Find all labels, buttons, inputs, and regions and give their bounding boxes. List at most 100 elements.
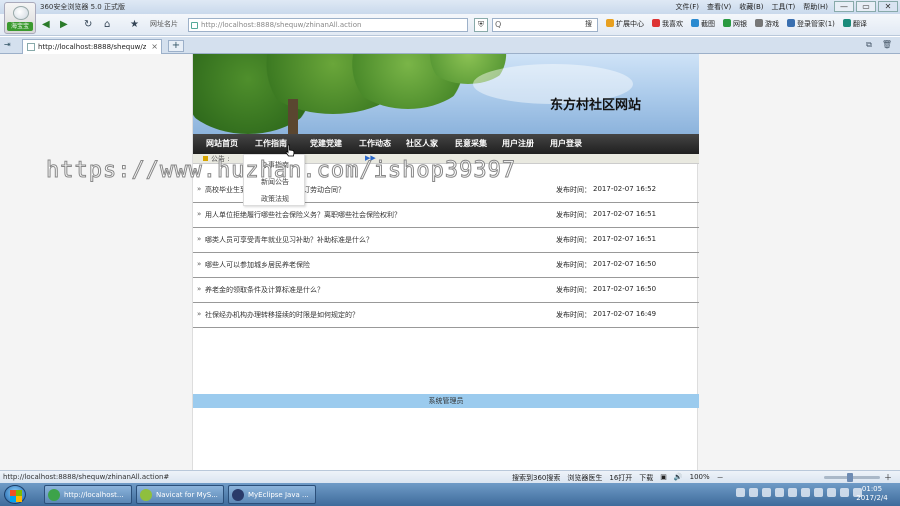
bullet-icon: »: [197, 235, 202, 243]
trash-icon[interactable]: 🗑: [882, 40, 892, 50]
maximize-button[interactable]: ▭: [856, 1, 876, 12]
toolbar-tool-label: 翻译: [852, 20, 867, 28]
article-row[interactable]: » 用人单位拒绝履行哪些社会保险义务？离职哪些社会保险权利？ 发布时间： 2017-0…: [193, 203, 699, 228]
navicat-app-icon: [140, 489, 152, 501]
nav-community-families[interactable]: 社区人家: [406, 138, 438, 149]
article-title[interactable]: 哪些人可以参加城乡居民养老保险: [205, 260, 310, 270]
article-row[interactable]: » 哪些人可以参加城乡居民养老保险 发布时间： 2017-02-07 16:50: [193, 253, 699, 278]
zoom-out-button[interactable]: －: [717, 473, 724, 483]
zoom-in-button[interactable]: ＋: [884, 472, 892, 483]
status-search-360[interactable]: 搜索到360搜索: [512, 473, 560, 483]
search-icon: Q: [495, 20, 502, 29]
article-title[interactable]: 用人单位拒绝履行哪些社会保险义务？离职哪些社会保险权利？: [205, 210, 401, 220]
toolbar-tool-icon: [652, 19, 660, 27]
address-bar[interactable]: http://localhost:8888/shequw/zhinanAll.a…: [188, 18, 468, 32]
site-banner: 东方村社区网站: [193, 54, 699, 134]
article-date: 2017-02-07 16:49: [593, 310, 657, 318]
nav-party-building[interactable]: 党建党建: [310, 138, 342, 149]
menu-tools[interactable]: 工具(T): [772, 2, 796, 12]
date-label: 发布时间：: [556, 311, 591, 319]
site-title: 东方村社区网站: [549, 98, 641, 113]
minimize-button[interactable]: —: [834, 1, 854, 12]
back-button[interactable]: ◀: [42, 18, 50, 32]
tab-close-icon[interactable]: ×: [151, 42, 158, 51]
taskbar-clock[interactable]: 01:05 2017/2/4: [848, 485, 896, 503]
status-screen-icon[interactable]: ▣: [660, 473, 667, 483]
status-bar: http://localhost:8888/shequw/zhinanAll.a…: [0, 470, 900, 483]
tray-icon[interactable]: [762, 488, 771, 497]
menu-file[interactable]: 文件(F): [675, 2, 699, 12]
tray-icon[interactable]: [788, 488, 797, 497]
toolbar-tool-item[interactable]: 扩展中心: [606, 19, 644, 29]
home-button[interactable]: ⌂: [104, 18, 110, 32]
nav-opinion-collection[interactable]: 民意采集: [455, 138, 487, 149]
tab-list-icon[interactable]: ⇥: [4, 40, 11, 49]
tray-icon[interactable]: [827, 488, 836, 497]
toolbar-tool-item[interactable]: 游戏: [755, 19, 779, 29]
zoom-slider-handle[interactable]: [846, 473, 853, 482]
status-browser-doctor[interactable]: 浏览器医生: [567, 473, 602, 483]
favorite-button[interactable]: ★: [130, 18, 139, 32]
nav-login[interactable]: 用户登录: [550, 138, 582, 149]
article-date: 2017-02-07 16:50: [593, 285, 657, 293]
nav-home[interactable]: 网站首页: [206, 138, 238, 149]
status-open-count[interactable]: 16打开: [609, 473, 632, 483]
browser-logo-icon[interactable]: 海宝宝: [4, 2, 36, 34]
toolbar-tool-item[interactable]: 我喜欢: [652, 19, 683, 29]
windows-taskbar: http://localhost... Navicat for MyS... M…: [0, 483, 900, 506]
zoom-slider[interactable]: [824, 473, 880, 482]
taskbar-item-myeclipse[interactable]: MyEclipse Java ...: [228, 485, 316, 504]
clock-date: 2017/2/4: [856, 494, 888, 502]
article-title[interactable]: 社保经办机构办理转移接续的时限是如何规定的？: [205, 310, 359, 320]
address-label: 网址名片: [150, 20, 178, 28]
article-title[interactable]: 哪类人员可享受青年就业见习补助？补助标准是什么？: [205, 235, 373, 245]
tray-icon[interactable]: [775, 488, 784, 497]
menu-favorites[interactable]: 收藏(B): [739, 2, 763, 12]
article-row[interactable]: » 社保经办机构办理转移接续的时限是如何规定的？ 发布时间： 2017-02-07 1…: [193, 303, 699, 328]
nav-register[interactable]: 用户注册: [502, 138, 534, 149]
close-button[interactable]: ✕: [878, 1, 898, 12]
menu-view[interactable]: 查看(V): [707, 2, 731, 12]
article-date: 2017-02-07 16:52: [593, 185, 657, 193]
toolbar-tool-label: 我喜欢: [662, 20, 683, 28]
toolbar-tool-item[interactable]: 翻译: [842, 19, 867, 29]
new-tab-button[interactable]: +: [168, 40, 184, 52]
status-downloads[interactable]: 下载: [639, 473, 653, 483]
tab-bar-tools: ⧉ 🗑: [866, 40, 892, 50]
article-title[interactable]: 养老金的领取条件及计算标准是什么？: [205, 285, 324, 295]
article-date: 2017-02-07 16:50: [593, 260, 657, 268]
restore-tabs-icon[interactable]: ⧉: [866, 40, 872, 50]
tray-icon[interactable]: [801, 488, 810, 497]
search-button[interactable]: 搜: [585, 19, 592, 29]
shield-icon[interactable]: ⛨: [474, 18, 488, 32]
article-row[interactable]: » 养老金的领取条件及计算标准是什么？ 发布时间： 2017-02-07 16:50: [193, 278, 699, 303]
start-button[interactable]: [4, 485, 26, 504]
date-label: 发布时间：: [556, 236, 591, 244]
status-volume-icon[interactable]: 🔊: [674, 473, 683, 483]
tray-icon[interactable]: [814, 488, 823, 497]
toolbar-tool-label: 网银: [733, 20, 747, 28]
article-row[interactable]: » 哪类人员可享受青年就业见习补助？补助标准是什么？ 发布时间： 2017-02-07…: [193, 228, 699, 253]
status-zoom-level[interactable]: 100%: [690, 473, 710, 483]
forward-button[interactable]: ▶: [60, 18, 68, 32]
taskbar-item-navicat[interactable]: Navicat for MyS...: [136, 485, 224, 504]
browser-app-icon: [48, 489, 60, 501]
browser-logo-badge: 海宝宝: [7, 22, 33, 31]
article-date: 2017-02-07 16:51: [593, 235, 657, 243]
taskbar-item-browser[interactable]: http://localhost...: [44, 485, 132, 504]
toolbar-tool-item[interactable]: 网银: [723, 19, 747, 29]
dropdown-item-policies[interactable]: 政策法规: [244, 194, 306, 204]
search-input[interactable]: Q: [492, 18, 598, 32]
bullet-icon: »: [197, 185, 202, 193]
tray-icon[interactable]: [736, 488, 745, 497]
tray-icon[interactable]: [749, 488, 758, 497]
nav-work-news[interactable]: 工作动态: [359, 138, 391, 149]
status-tools: 搜索到360搜索 浏览器医生 16打开 下载 ▣ 🔊 100% －: [512, 473, 724, 483]
refresh-button[interactable]: ↻: [84, 18, 92, 32]
toolbar-tool-item[interactable]: 截图: [691, 19, 715, 29]
tab-active[interactable]: http://localhost:8888/shequw/zhin... ×: [22, 39, 162, 54]
menu-help[interactable]: 帮助(H): [803, 2, 828, 12]
toolbar-tool-item[interactable]: 登录管家(1): [787, 19, 835, 29]
nav-work-guide[interactable]: 工作指南: [255, 138, 287, 149]
tab-title: http://localhost:8888/shequw/zhin...: [38, 43, 146, 51]
